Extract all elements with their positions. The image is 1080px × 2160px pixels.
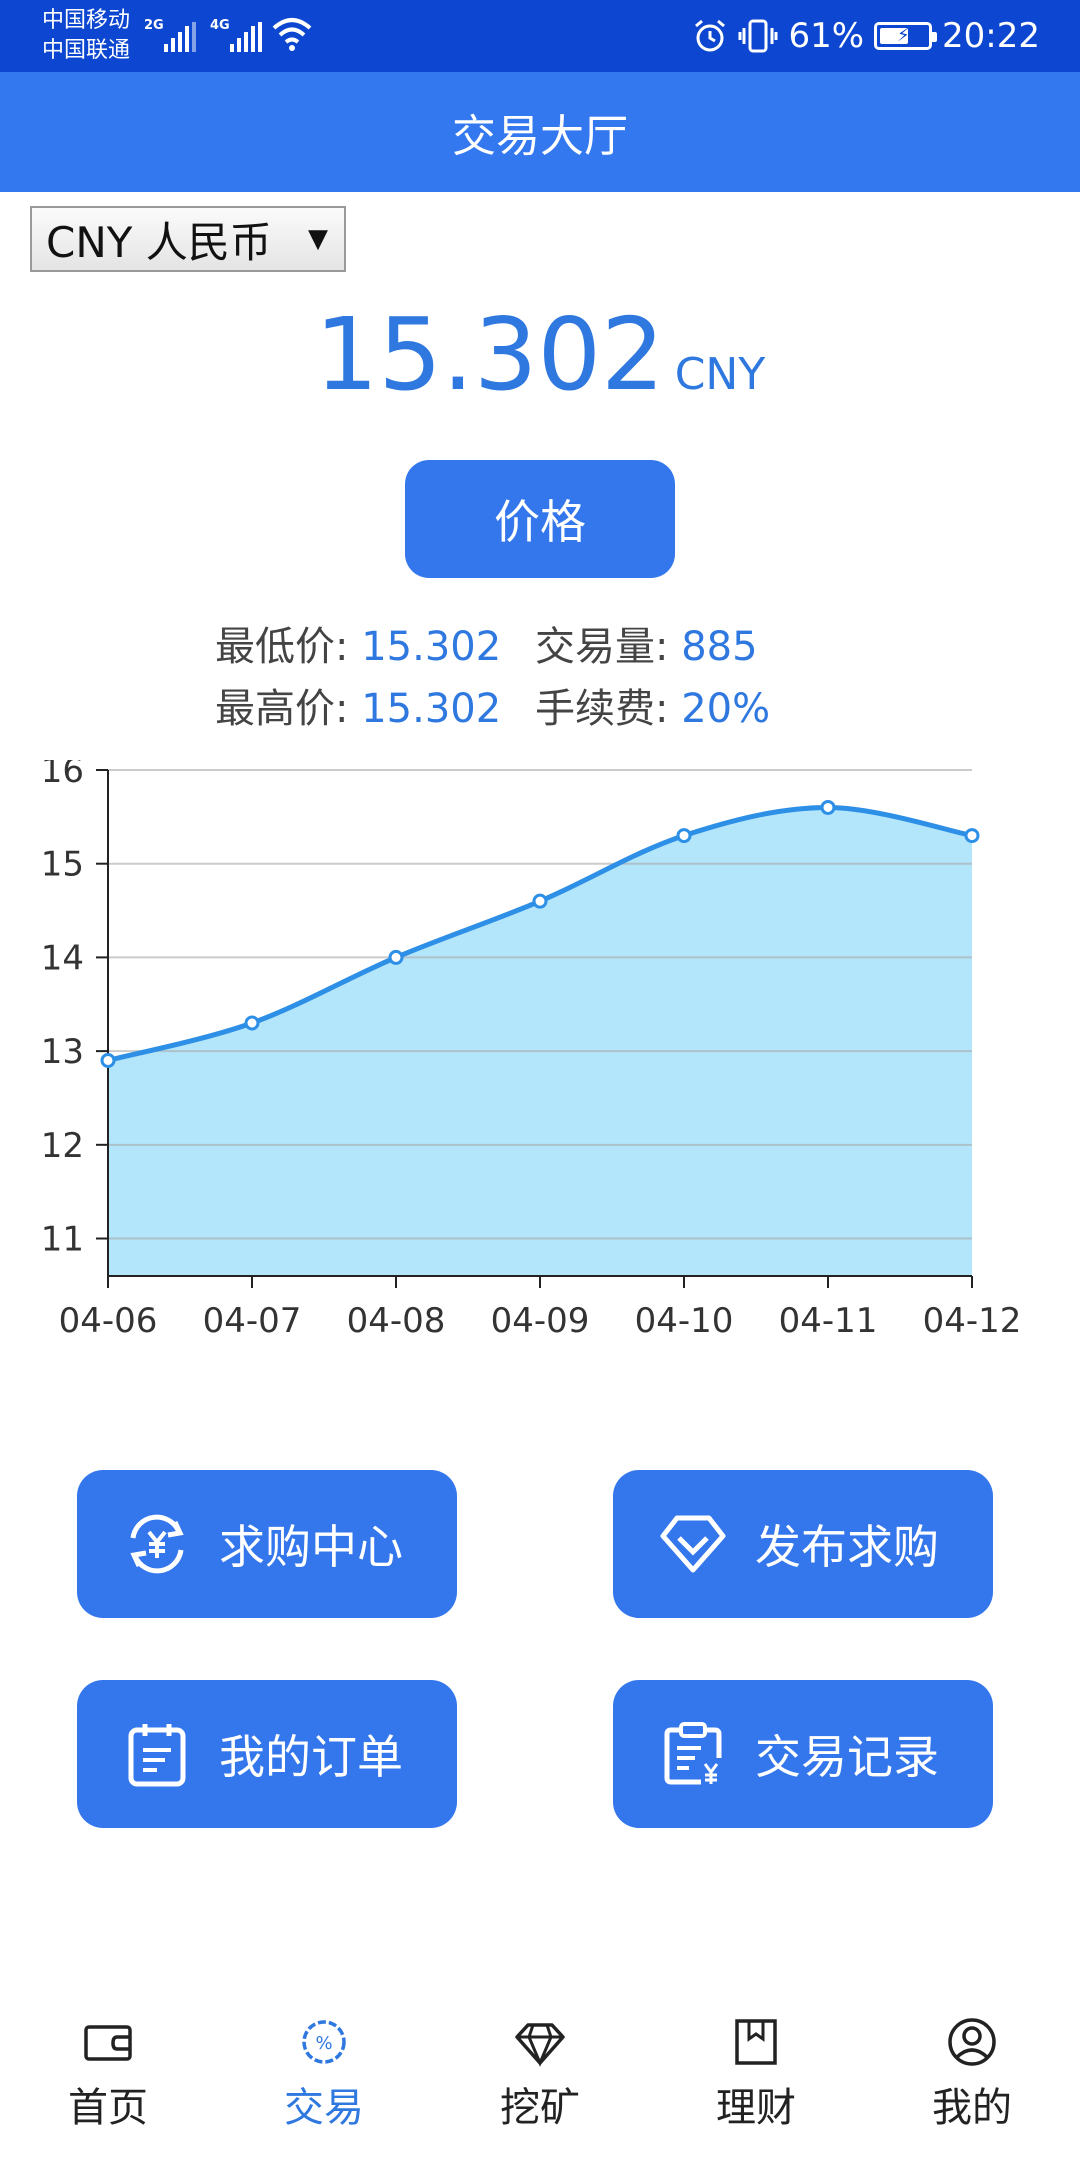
stat-fee: 手续费: 20% — [535, 676, 855, 738]
chart-x-tick-label: 04-12 — [923, 1301, 1022, 1340]
nav-item-finance[interactable]: 理财 — [648, 2015, 864, 2160]
stat-low-value: 15.302 — [361, 624, 502, 670]
chart-y-tick-label: 14 — [41, 938, 84, 978]
chart-data-point — [100, 1052, 116, 1068]
cell-signal-icon — [164, 22, 196, 52]
caret-down-icon: ▼ — [308, 224, 328, 254]
price-button[interactable]: 价格 — [405, 460, 675, 578]
price-unit: CNY — [674, 349, 766, 400]
chart-data-point — [964, 828, 980, 844]
wifi-icon — [272, 18, 312, 51]
nav-item-mine[interactable]: 我的 — [864, 2015, 1080, 2160]
nav-item-trade[interactable]: % 交易 — [216, 2015, 432, 2160]
stat-high-label: 最高价: — [215, 686, 362, 732]
chart-x-tick-label: 04-10 — [635, 1301, 734, 1340]
battery-percent: 61% — [788, 16, 865, 56]
chart-x-tick-label: 04-08 — [347, 1301, 446, 1340]
chart-x-tick-label: 04-06 — [59, 1301, 158, 1340]
chart-x-tick-label: 04-11 — [779, 1301, 878, 1340]
chart-y-tick-label: 16 — [41, 760, 84, 791]
price-button-label: 价格 — [494, 495, 586, 549]
chart-x-tick-label: 04-07 — [203, 1301, 302, 1340]
stat-high: 最高价: 15.302 — [215, 676, 535, 738]
nav-item-mining[interactable]: 挖矿 — [432, 2015, 648, 2160]
nav-finance-label: 理财 — [716, 2085, 796, 2131]
chart-data-point — [676, 828, 692, 844]
stat-low: 最低价: 15.302 — [215, 614, 535, 676]
percent-badge-icon: % — [302, 2020, 346, 2064]
cell-signal-icon — [230, 22, 262, 52]
yuan-exchange-icon — [130, 1514, 184, 1574]
bottom-nav: 首页 % 交易 挖矿 理财 我的 — [0, 2015, 1080, 2160]
trade-records-button[interactable]: 交易记录 — [613, 1680, 993, 1828]
carrier-1: 中国移动 — [42, 8, 131, 33]
chart-data-point — [532, 893, 548, 909]
calendar-list-icon — [128, 1724, 186, 1787]
wallet-icon — [84, 2025, 132, 2061]
stat-high-value: 15.302 — [361, 686, 502, 732]
stat-volume: 交易量: 885 — [535, 614, 855, 676]
my-orders-button[interactable]: 我的订单 — [77, 1680, 457, 1828]
stat-low-label: 最低价: — [215, 624, 362, 670]
chart-y-tick-label: 15 — [41, 845, 84, 885]
chart-y-tick-label: 13 — [41, 1032, 84, 1072]
alarm-icon — [695, 19, 726, 52]
stats-row-1: 最低价: 15.302 交易量: 885 — [215, 614, 855, 676]
diamond-icon — [660, 1515, 726, 1573]
chart-x-tick-label: 04-09 — [491, 1301, 590, 1340]
my-orders-label: 我的订单 — [219, 1730, 403, 1784]
market-stats: 最低价: 15.302 交易量: 885 最高价: 15.302 手续费: 20… — [215, 614, 855, 738]
status-bar: 中国移动 中国联通 2G 4G 61% ⚡ 20:22 — [0, 0, 1080, 72]
publish-buy-button[interactable]: 发布求购 — [613, 1470, 993, 1618]
page-title: 交易大厅 — [452, 111, 628, 162]
nav-trade-label: 交易 — [284, 2085, 364, 2131]
user-icon — [948, 2018, 996, 2066]
stat-volume-label: 交易量: — [535, 624, 682, 670]
stat-fee-label: 手续费: — [535, 686, 682, 732]
nav-mining-label: 挖矿 — [500, 2085, 580, 2131]
chart-area-fill — [108, 807, 972, 1276]
publish-buy-label: 发布求购 — [755, 1520, 939, 1574]
chart-y-tick-label: 11 — [41, 1220, 84, 1260]
box-icon — [735, 2019, 777, 2065]
chart-data-point — [388, 949, 404, 965]
app-header: 交易大厅 — [0, 72, 1080, 192]
carrier-2: 中国联通 — [42, 38, 131, 63]
trade-records-label: 交易记录 — [755, 1730, 939, 1784]
signal-2-gen: 4G — [210, 18, 230, 33]
price-value: 15.302 — [314, 296, 665, 413]
clipboard-yuan-icon — [664, 1722, 722, 1785]
currency-select[interactable]: CNY 人民币 ▼ — [30, 206, 346, 272]
vibrate-icon — [738, 19, 778, 53]
battery-icon: ⚡ — [874, 22, 938, 50]
stat-fee-value: 20% — [681, 686, 771, 732]
buy-center-button[interactable]: 求购中心 — [77, 1470, 457, 1618]
diamond-icon — [515, 2023, 565, 2067]
chart-y-tick-label: 12 — [41, 1126, 84, 1166]
signal-1-gen: 2G — [144, 18, 164, 33]
charging-icon: ⚡ — [897, 25, 910, 46]
clock: 20:22 — [942, 16, 1040, 56]
chart-data-point — [820, 799, 836, 815]
chart-data-point — [244, 1015, 260, 1031]
nav-mine-label: 我的 — [932, 2085, 1012, 2131]
stats-row-2: 最高价: 15.302 手续费: 20% — [215, 676, 855, 738]
buy-center-label: 求购中心 — [219, 1520, 403, 1574]
stat-volume-value: 885 — [681, 624, 758, 670]
status-right: 61% ⚡ 20:22 — [692, 0, 1040, 72]
price-chart: 11 12 13 14 15 16 04-06 04-07 04-08 04-09 04-10 04-… — [41, 760, 1022, 1340]
nav-home-label: 首页 — [68, 2085, 148, 2131]
carrier-names: 中国移动 中国联通 — [42, 6, 130, 66]
svg-text:%: % — [315, 2033, 332, 2054]
currency-select-value: CNY 人民币 — [46, 217, 272, 267]
current-price: 15.302 CNY — [0, 296, 1080, 413]
nav-item-home[interactable]: 首页 — [0, 2015, 216, 2160]
